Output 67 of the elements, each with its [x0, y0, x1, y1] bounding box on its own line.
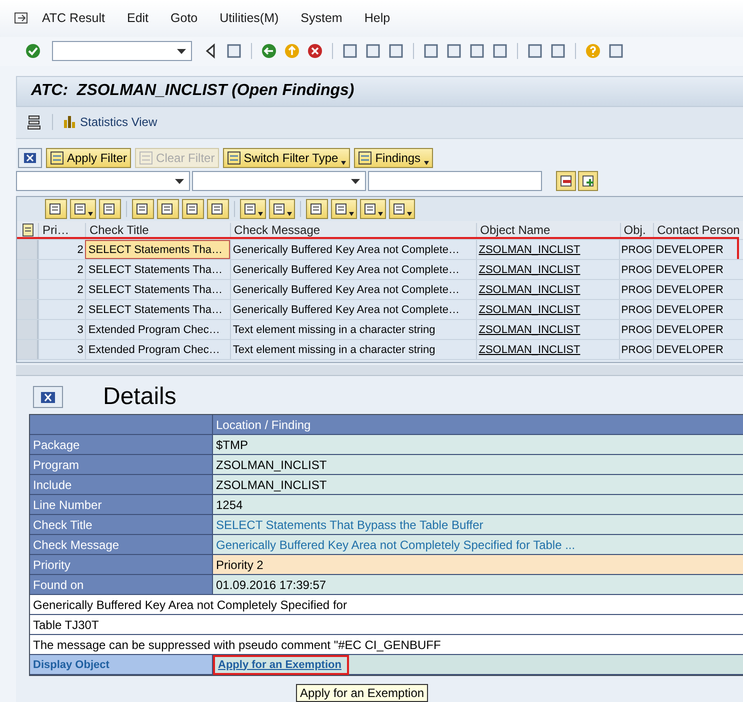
field-value: 1254	[213, 495, 743, 514]
field-label: Check Message	[30, 535, 213, 554]
close-button[interactable]	[18, 148, 42, 168]
field-value: ZSOLMAN_INCLIST	[213, 455, 743, 474]
field-label: Check Title	[30, 515, 213, 534]
filter-button[interactable]: Switch Filter Type	[222, 148, 350, 168]
dropdown-arrow-icon	[175, 179, 184, 184]
filter-dropdown[interactable]	[192, 171, 366, 191]
menu-icon[interactable]	[14, 12, 28, 24]
layout-icon[interactable]	[22, 223, 34, 237]
filter-button[interactable]: Apply Filter	[46, 148, 132, 168]
close-button[interactable]	[33, 386, 63, 408]
filter-input[interactable]	[368, 171, 542, 191]
column-header[interactable]: Obj.	[620, 223, 654, 237]
list-icon	[226, 151, 241, 165]
statistics-view-button[interactable]: Statistics View	[63, 115, 158, 130]
remove-row-icon	[560, 175, 572, 187]
exemption-link[interactable]: Apply for an Exemption	[213, 654, 350, 674]
screen-title: ATC: ZSOLMAN_INCLIST (Open Findings)	[31, 82, 354, 100]
filter-button[interactable]: Findings	[354, 148, 433, 168]
field-value[interactable]: Generically Buffered Key Area not Completely Specified for Table ...	[213, 535, 743, 554]
column-header[interactable]: Pri…	[38, 223, 86, 237]
dropdown-arrow-icon	[349, 212, 354, 216]
menu-item[interactable]: Utilities(M)	[220, 11, 279, 26]
field-value: ZSOLMAN_INCLIST	[213, 475, 743, 494]
column-header[interactable]: Contact Person	[653, 223, 743, 237]
list-icon	[358, 151, 372, 165]
cancel-icon[interactable]	[307, 43, 323, 60]
dropdown-arrow-icon	[88, 212, 93, 216]
bar-chart-icon	[63, 115, 77, 130]
field-label: Include	[30, 475, 213, 494]
add-row-icon	[582, 175, 594, 187]
details-heading: Details	[103, 383, 176, 411]
menu-item[interactable]: Goto	[170, 11, 198, 26]
column-header[interactable]: Check Message	[230, 223, 476, 237]
remove-row-button[interactable]	[556, 171, 576, 191]
column-header[interactable]: Object Name	[476, 223, 620, 237]
dropdown-arrow-icon	[378, 212, 383, 216]
close-icon	[24, 153, 36, 163]
menu-item[interactable]: ATC Result	[42, 11, 105, 26]
add-row-button[interactable]	[578, 171, 598, 191]
dropdown-arrow-icon	[258, 212, 263, 216]
menu-item[interactable]: Edit	[126, 11, 149, 26]
table-cell: SELECT Statements Tha…	[85, 240, 230, 259]
menu-item[interactable]: System	[300, 11, 342, 26]
list-icon	[50, 151, 64, 165]
field-label: Package	[30, 435, 213, 454]
close-icon	[41, 392, 55, 402]
check-icon[interactable]	[25, 43, 41, 60]
field-value: Priority 2	[213, 555, 743, 574]
field-value: 01.09.2016 17:39:57	[213, 575, 743, 594]
field-label: Program	[30, 455, 213, 474]
field-label: Found on	[30, 575, 213, 594]
column-header: Location / Finding	[213, 415, 743, 434]
column-header[interactable]: Check Title	[85, 223, 230, 237]
dropdown-arrow-icon	[407, 212, 412, 216]
command-field[interactable]	[52, 41, 192, 62]
dropdown-arrow-icon	[287, 212, 292, 216]
field-label: Line Number	[30, 495, 213, 514]
menu-item[interactable]: Help	[364, 11, 390, 26]
list-icon	[139, 151, 154, 165]
field-label: Priority	[30, 555, 213, 574]
tooltip: Apply for an Exemption	[296, 684, 428, 702]
dropdown-arrow-icon[interactable]	[177, 49, 186, 54]
dropdown-arrow-icon	[351, 179, 360, 184]
field-value: $TMP	[213, 435, 743, 454]
field-value[interactable]: SELECT Statements That Bypass the Table Buffer	[213, 515, 743, 534]
